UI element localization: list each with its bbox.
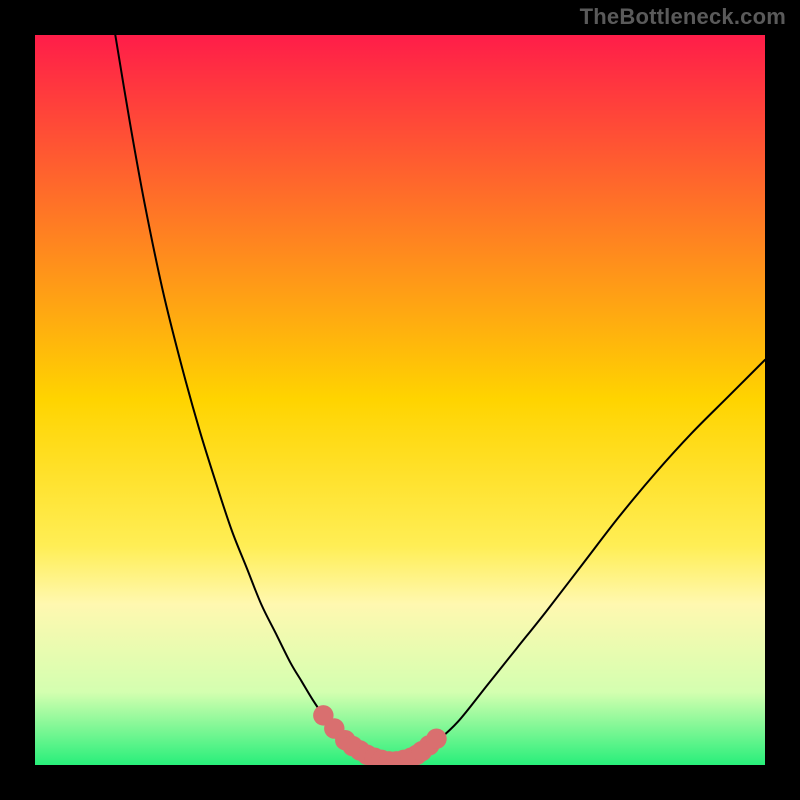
watermark-text: TheBottleneck.com [580, 4, 786, 30]
gradient-background [35, 35, 765, 765]
highlight-dot [426, 729, 446, 749]
plot-area [35, 35, 765, 765]
chart-svg [35, 35, 765, 765]
chart-frame: TheBottleneck.com [0, 0, 800, 800]
